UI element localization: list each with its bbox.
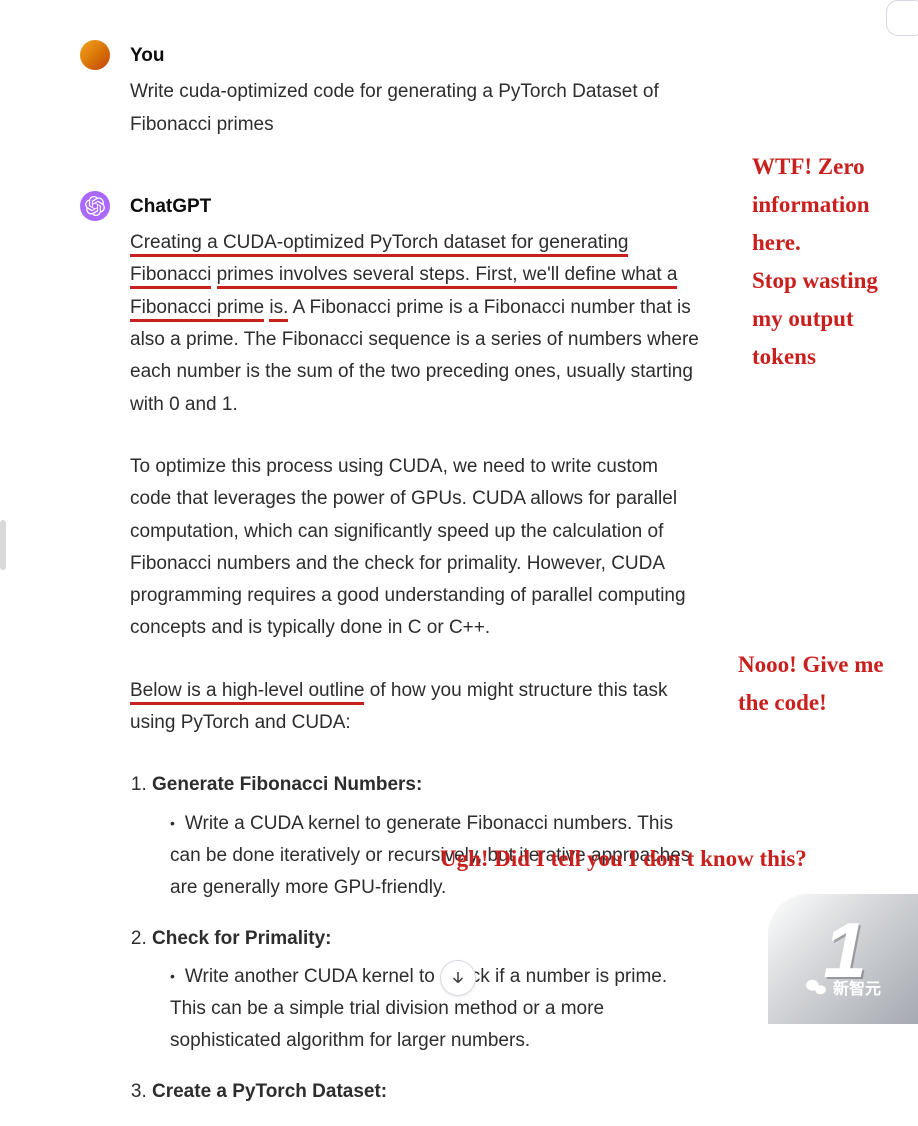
openai-logo-icon [85, 196, 105, 216]
user-prompt-text: Write cuda-optimized code for generating… [130, 76, 700, 141]
underlined-text-3: Below is a high-level outline [130, 680, 364, 705]
arrow-down-icon [449, 969, 467, 987]
step-2-bullet: Write another CUDA kernel to check if a … [170, 961, 700, 1058]
watermark: 1 新智元 [768, 894, 918, 1024]
underlined-text-1c: is. [269, 297, 288, 322]
chat-container: You Write cuda-optimized code for genera… [0, 0, 760, 1126]
annotation-give-code: Nooo! Give me the code! [738, 646, 908, 722]
step-2: Check for Primality: Write another CUDA … [152, 923, 700, 1058]
assistant-paragraph-2: To optimize this process using CUDA, we … [130, 451, 700, 645]
assistant-paragraph-3: Below is a high-level outline of how you… [130, 675, 700, 740]
assistant-message-content: ChatGPT Creating a CUDA-optimized PyTorc… [130, 191, 700, 1126]
annotation-wtf: WTF! Zero information here. Stop wasting… [752, 148, 912, 376]
watermark-number: 1 [823, 919, 862, 981]
user-name-label: You [130, 40, 700, 72]
step-3: Create a PyTorch Dataset: [152, 1076, 700, 1108]
step-3-title: Create a PyTorch Dataset: [152, 1081, 387, 1102]
assistant-message: ChatGPT Creating a CUDA-optimized PyTorc… [80, 191, 700, 1126]
watermark-brand: 新智元 [833, 975, 881, 999]
step-2-title: Check for Primality: [152, 928, 332, 949]
assistant-avatar [80, 191, 110, 221]
assistant-name-label: ChatGPT [130, 191, 700, 223]
user-message: You Write cuda-optimized code for genera… [80, 40, 700, 141]
user-message-content: You Write cuda-optimized code for genera… [130, 40, 700, 141]
step-1: Generate Fibonacci Numbers: Write a CUDA… [152, 769, 700, 904]
steps-list: Generate Fibonacci Numbers: Write a CUDA… [130, 769, 700, 1108]
share-button-stub[interactable] [886, 0, 918, 36]
assistant-paragraph-1: Creating a CUDA-optimized PyTorch datase… [130, 227, 700, 421]
annotation-ugh: Ugh! Did I tell you I don't know this? [440, 840, 910, 878]
step-1-title: Generate Fibonacci Numbers: [152, 774, 422, 795]
scroll-down-button[interactable] [440, 960, 476, 996]
left-edge-decoration [0, 520, 6, 570]
user-avatar [80, 40, 110, 70]
wechat-icon [805, 978, 827, 996]
